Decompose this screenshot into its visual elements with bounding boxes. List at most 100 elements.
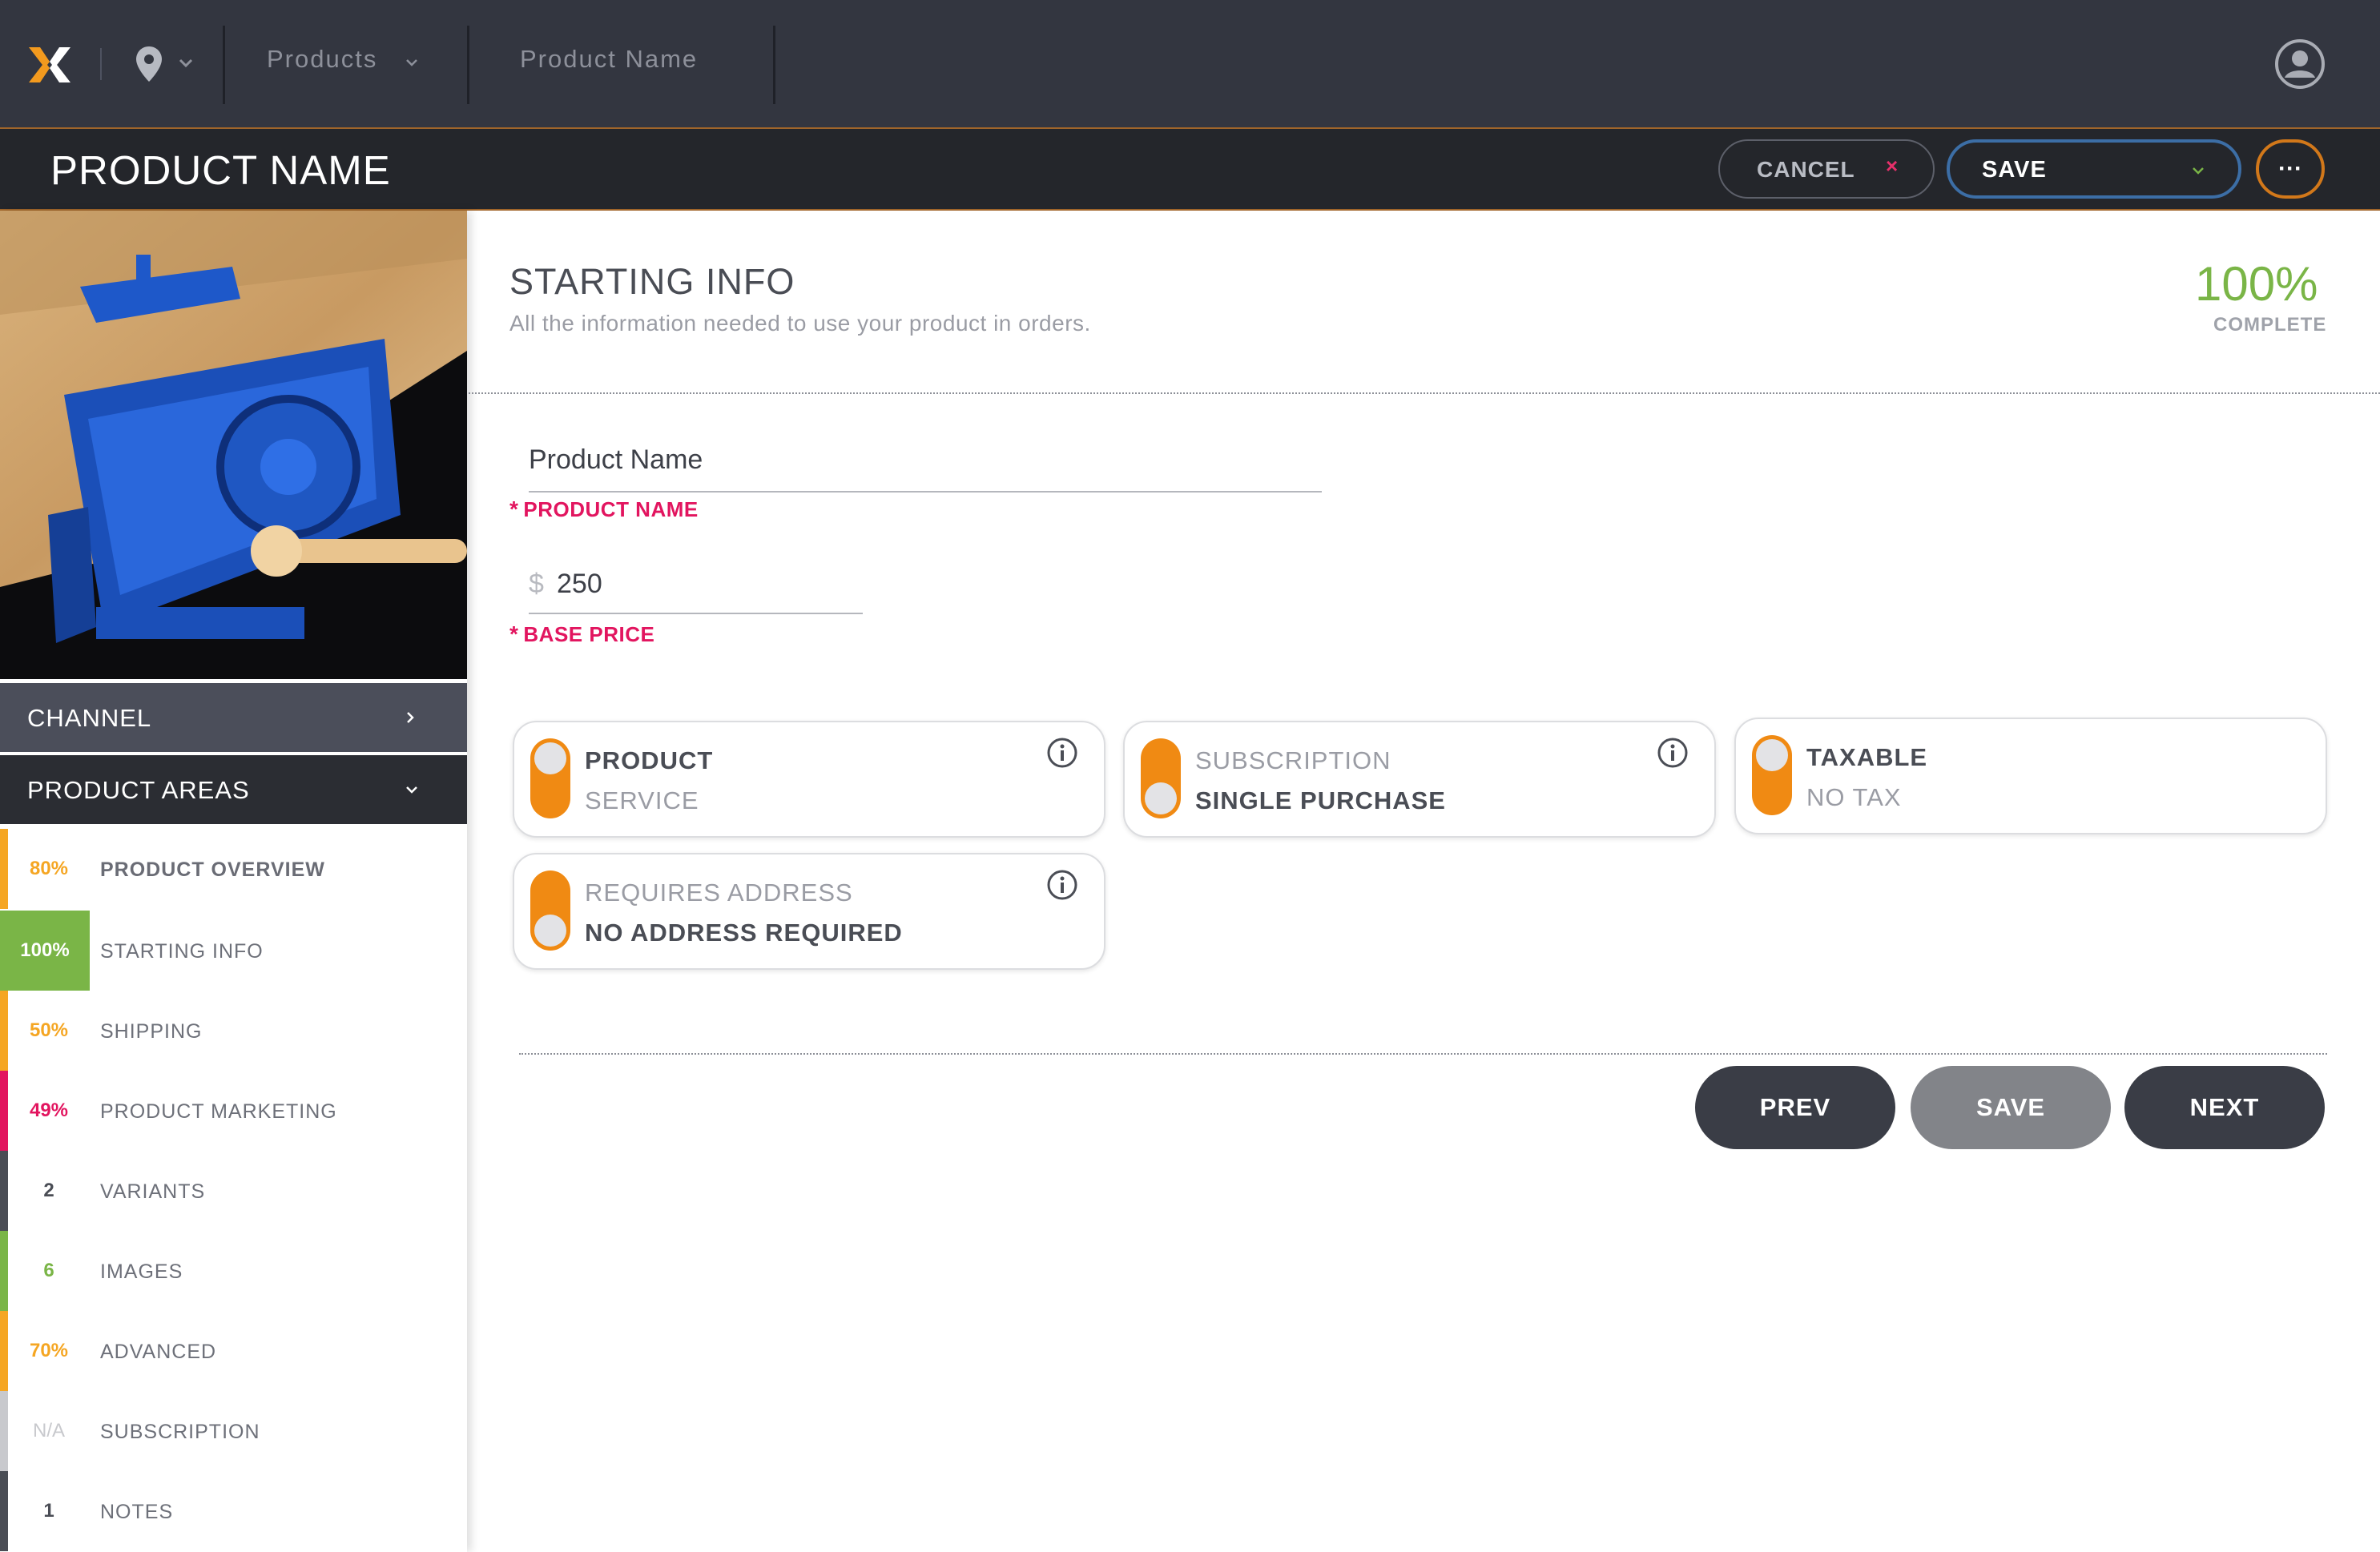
sidebar-item-percent: N/A bbox=[32, 1420, 65, 1441]
required-mark: * bbox=[509, 621, 519, 646]
section-divider bbox=[469, 392, 2380, 394]
channel-accordion[interactable]: CHANNEL bbox=[0, 683, 467, 752]
sidebar-item-starting-info[interactable]: 100% STARTING INFO bbox=[0, 911, 467, 991]
progress-indicator bbox=[0, 991, 8, 1071]
progress-indicator bbox=[0, 1471, 8, 1551]
breadcrumb-product-name[interactable]: Product Name bbox=[520, 45, 698, 74]
product-service-toggle-card: PRODUCT SERVICE bbox=[513, 721, 1105, 838]
sidebar-item-images[interactable]: 6 IMAGES bbox=[0, 1231, 467, 1311]
info-icon[interactable] bbox=[1657, 737, 1689, 769]
sidebar-item-percent: 70% bbox=[29, 1340, 69, 1361]
user-icon[interactable] bbox=[2273, 38, 2326, 90]
sidebar-item-label: ADVANCED bbox=[100, 1341, 217, 1363]
base-price-underline bbox=[529, 613, 863, 614]
toggle-option-single-purchase: SINGLE PURCHASE bbox=[1195, 786, 1446, 814]
progress-indicator bbox=[0, 1151, 8, 1231]
sidebar-item-count: 2 bbox=[43, 1180, 54, 1201]
sidebar-item-percent: 49% bbox=[29, 1100, 69, 1121]
product-image bbox=[0, 211, 467, 679]
sidebar-item-product-overview[interactable]: 80% PRODUCT OVERVIEW bbox=[0, 829, 467, 909]
sidebar-item-advanced[interactable]: 70% ADVANCED bbox=[0, 1311, 467, 1391]
nav-separator bbox=[100, 48, 102, 80]
location-pin-icon[interactable] bbox=[135, 45, 163, 83]
subscription-toggle-card: SUBSCRIPTION SINGLE PURCHASE bbox=[1123, 721, 1716, 838]
info-icon[interactable] bbox=[1046, 869, 1078, 901]
base-price-label-text: BASE PRICE bbox=[523, 622, 655, 646]
chevron-down-icon[interactable] bbox=[178, 58, 194, 69]
nav-divider bbox=[467, 26, 469, 104]
subscription-toggle[interactable] bbox=[1141, 738, 1181, 818]
breadcrumb-products[interactable]: Products bbox=[267, 45, 377, 74]
progress-indicator bbox=[0, 1071, 8, 1151]
prev-button[interactable]: PREV bbox=[1695, 1066, 1895, 1149]
chevron-down-icon bbox=[406, 786, 417, 794]
more-options-button[interactable]: ··· bbox=[2256, 139, 2325, 199]
channel-label: CHANNEL bbox=[27, 704, 152, 732]
sidebar-item-label: VARIANTS bbox=[100, 1180, 206, 1203]
section-subtitle: All the information needed to use your p… bbox=[509, 311, 1091, 336]
chevron-down-icon[interactable] bbox=[405, 58, 419, 67]
sidebar-item-label: NOTES bbox=[100, 1501, 174, 1523]
progress-indicator bbox=[0, 829, 8, 909]
sidebar-item-label: IMAGES bbox=[100, 1260, 183, 1283]
cancel-label: CANCEL bbox=[1757, 157, 1855, 182]
sidebar-item-label: PRODUCT OVERVIEW bbox=[100, 858, 325, 881]
product-areas-label: PRODUCT AREAS bbox=[27, 776, 250, 804]
completion-percent: 100% bbox=[2195, 257, 2318, 311]
product-name-input[interactable]: Product Name bbox=[529, 444, 703, 476]
address-toggle-card: REQUIRES ADDRESS NO ADDRESS REQUIRED bbox=[513, 853, 1105, 970]
sidebar-item-variants[interactable]: 2 VARIANTS bbox=[0, 1151, 467, 1231]
sidebar-item-label: PRODUCT MARKETING bbox=[100, 1100, 337, 1123]
toggle-knob bbox=[534, 915, 566, 947]
page-title: PRODUCT NAME bbox=[50, 147, 391, 193]
sidebar-item-notes[interactable]: 1 NOTES bbox=[0, 1471, 467, 1551]
base-price-input[interactable]: 250 bbox=[557, 569, 602, 600]
requires-address-toggle[interactable] bbox=[530, 870, 570, 951]
product-name-label-text: PRODUCT NAME bbox=[523, 497, 699, 521]
sidebar-item-label: STARTING INFO bbox=[100, 940, 264, 963]
sidebar-item-subscription[interactable]: N/A SUBSCRIPTION bbox=[0, 1391, 467, 1471]
toggle-option-requires-address: REQUIRES ADDRESS bbox=[585, 879, 853, 907]
progress-indicator bbox=[0, 1391, 8, 1471]
top-navigation-bar: Products Product Name bbox=[0, 0, 2380, 129]
save-button[interactable]: SAVE bbox=[1911, 1066, 2111, 1149]
info-icon[interactable] bbox=[1046, 737, 1078, 769]
toggle-option-no-address-required: NO ADDRESS REQUIRED bbox=[585, 919, 903, 947]
nav-divider bbox=[223, 26, 225, 104]
progress-indicator bbox=[0, 1311, 8, 1391]
toggle-option-service: SERVICE bbox=[585, 786, 699, 814]
toggle-option-subscription: SUBSCRIPTION bbox=[1195, 746, 1391, 774]
sidebar-item-percent: 80% bbox=[29, 858, 69, 879]
chevron-right-icon bbox=[407, 712, 414, 723]
sidebar-item-label: SHIPPING bbox=[100, 1020, 203, 1043]
title-bar: PRODUCT NAME CANCEL × SAVE ··· bbox=[0, 129, 2380, 211]
required-mark: * bbox=[509, 497, 519, 521]
product-areas-accordion[interactable]: PRODUCT AREAS bbox=[0, 755, 467, 824]
product-name-underline bbox=[529, 491, 1322, 493]
next-button[interactable]: NEXT bbox=[2124, 1066, 2325, 1149]
sidebar-item-product-marketing[interactable]: 49% PRODUCT MARKETING bbox=[0, 1071, 467, 1151]
toggle-option-taxable: TAXABLE bbox=[1806, 743, 1928, 771]
product-name-label: * PRODUCT NAME bbox=[509, 497, 699, 522]
toggle-option-no-tax: NO TAX bbox=[1806, 783, 1902, 811]
close-icon: × bbox=[1886, 154, 1899, 178]
cancel-button[interactable]: CANCEL × bbox=[1718, 139, 1935, 199]
toggle-knob bbox=[1756, 739, 1788, 771]
completion-label: COMPLETE bbox=[2213, 314, 2327, 336]
sidebar: CHANNEL PRODUCT AREAS 80% PRODUCT OVERVI… bbox=[0, 211, 467, 1552]
toggle-option-product: PRODUCT bbox=[585, 746, 714, 774]
save-label: SAVE bbox=[1982, 157, 2047, 183]
save-dropdown-button[interactable]: SAVE bbox=[1947, 139, 2241, 199]
sidebar-item-label: SUBSCRIPTION bbox=[100, 1421, 260, 1443]
footer-divider bbox=[519, 1053, 2327, 1055]
sidebar-item-percent: 50% bbox=[29, 1019, 69, 1041]
sidebar-item-shipping[interactable]: 50% SHIPPING bbox=[0, 991, 467, 1071]
product-service-toggle[interactable] bbox=[530, 738, 570, 818]
sidebar-item-count: 1 bbox=[43, 1500, 54, 1522]
toggle-knob bbox=[534, 742, 566, 774]
progress-indicator bbox=[0, 1231, 8, 1311]
currency-symbol: $ bbox=[529, 569, 544, 599]
logo-icon[interactable] bbox=[27, 44, 72, 86]
taxable-toggle[interactable] bbox=[1752, 735, 1792, 815]
sidebar-item-percent: 100% bbox=[0, 911, 90, 991]
